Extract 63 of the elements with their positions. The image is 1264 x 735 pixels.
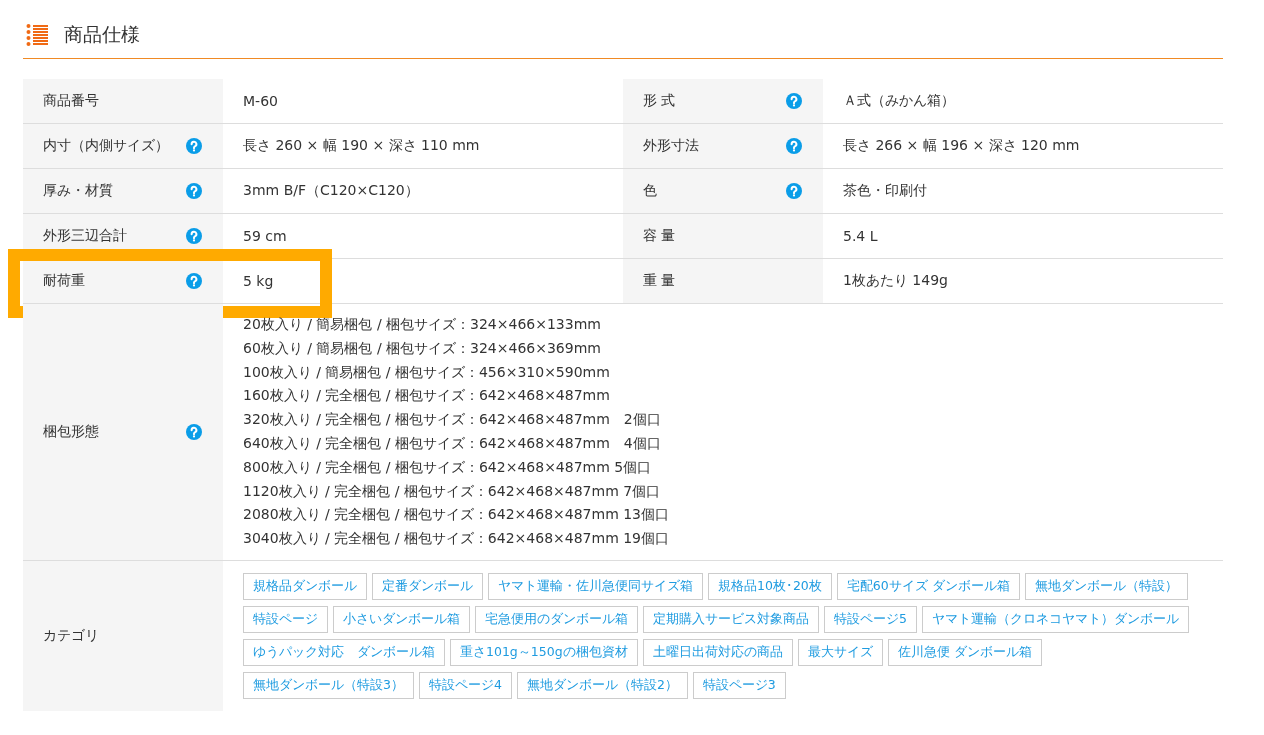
row-label: 容 量 — [643, 227, 676, 245]
section-title: 商品仕様 — [64, 22, 140, 47]
category-tag[interactable]: ヤマト運輸・佐川急便同サイズ箱 — [488, 572, 703, 600]
category-tag[interactable]: 無地ダンボール（特設） — [1024, 572, 1188, 600]
category-tag[interactable]: 規格品10枚･20枚 — [708, 572, 832, 600]
row-value: M-60 — [242, 92, 279, 111]
row-label: 形 式 — [643, 92, 676, 110]
row-label: 色 — [643, 182, 657, 200]
category-tag[interactable]: 最大サイズ — [797, 638, 883, 666]
row-label: 商品番号 — [43, 92, 99, 110]
packing-line: 2080枚入り / 完全梱包 / 梱包サイズ：642×468×487mm 13個口 — [243, 505, 671, 525]
row-value: Ａ式（みかん箱） — [842, 91, 956, 110]
category-tag[interactable]: 規格品ダンボール — [243, 572, 367, 600]
row-value: 茶色・印刷付 — [842, 181, 928, 200]
category-tag[interactable]: 特設ページ — [243, 605, 328, 633]
category-tag[interactable]: 無地ダンボール（特設3） — [243, 671, 414, 699]
row-value: 5 kg — [242, 272, 275, 291]
help-icon[interactable] — [786, 183, 802, 199]
row-label: 重 量 — [643, 272, 676, 290]
category-tag[interactable]: 重さ101g～150gの梱包資材 — [450, 638, 638, 666]
packing-line: 320枚入り / 完全梱包 / 梱包サイズ：642×468×487mm 2個口 — [243, 410, 662, 430]
category-tag[interactable]: 特設ページ3 — [692, 671, 786, 699]
category-tag[interactable]: ゆうパック対応 ダンボール箱 — [243, 638, 445, 666]
category-tag[interactable]: 佐川急便 ダンボール箱 — [887, 638, 1042, 666]
category-tag[interactable]: 特設ページ5 — [824, 605, 917, 633]
row-label: 梱包形態 — [43, 423, 99, 441]
row-value: 59 cm — [242, 227, 288, 246]
row-label: 外形寸法 — [643, 137, 699, 155]
row-label: カテゴリ — [43, 626, 99, 645]
packing-line: 1120枚入り / 完全梱包 / 梱包サイズ：642×468×487mm 7個口 — [243, 481, 662, 501]
category-tag[interactable]: 土曜日出荷対応の商品 — [642, 638, 793, 666]
row-value: 長さ 260 × 幅 190 × 深さ 110 mm — [242, 136, 481, 155]
category-tag[interactable]: 無地ダンボール（特設2） — [516, 671, 688, 699]
row-label: 外形三辺合計 — [43, 227, 127, 245]
category-tag[interactable]: 小さいダンボール箱 — [333, 605, 470, 633]
category-tag[interactable]: 特設ページ4 — [418, 671, 512, 699]
help-icon[interactable] — [786, 138, 802, 154]
packing-line: 800枚入り / 完全梱包 / 梱包サイズ：642×468×487mm 5個口 — [243, 457, 653, 477]
help-icon[interactable] — [186, 183, 202, 199]
list-icon — [26, 24, 48, 46]
row-label: 内寸（内側サイズ） — [43, 137, 169, 155]
help-icon[interactable] — [186, 273, 202, 289]
help-icon[interactable] — [786, 93, 802, 109]
row-value: 1枚あたり 149g — [842, 271, 949, 290]
row-value: 5.4 L — [842, 227, 879, 246]
packing-line: 640枚入り / 完全梱包 / 梱包サイズ：642×468×487mm 4個口 — [243, 434, 662, 453]
packing-line: 60枚入り / 簡易梱包 / 梱包サイズ：324×466×369mm — [243, 338, 602, 358]
category-tag[interactable]: 定番ダンボール — [372, 572, 483, 600]
row-value: 長さ 266 × 幅 196 × 深さ 120 mm — [842, 136, 1081, 155]
packing-line: 20枚入り / 簡易梱包 / 梱包サイズ：324×466×133mm — [243, 315, 602, 334]
packing-line: 160枚入り / 完全梱包 / 梱包サイズ：642×468×487mm — [243, 386, 611, 406]
category-tag[interactable]: ヤマト運輸（クロネコヤマト）ダンボール — [921, 605, 1189, 633]
help-icon[interactable] — [186, 424, 202, 440]
row-label: 耐荷重 — [43, 272, 85, 290]
packing-line: 3040枚入り / 完全梱包 / 梱包サイズ：642×468×487mm 19個口 — [243, 529, 671, 549]
help-icon[interactable] — [186, 228, 202, 244]
packing-line: 100枚入り / 簡易梱包 / 梱包サイズ：456×310×590mm — [243, 362, 611, 382]
row-value: 3mm B/F（C120×C120） — [242, 181, 420, 200]
category-tag[interactable]: 宅急便用のダンボール箱 — [475, 605, 638, 633]
category-tag[interactable]: 宅配60サイズ ダンボール箱 — [836, 572, 1020, 600]
help-icon[interactable] — [186, 138, 202, 154]
category-tag[interactable]: 定期購入サービス対象商品 — [643, 605, 819, 633]
row-label: 厚み・材質 — [43, 182, 113, 200]
